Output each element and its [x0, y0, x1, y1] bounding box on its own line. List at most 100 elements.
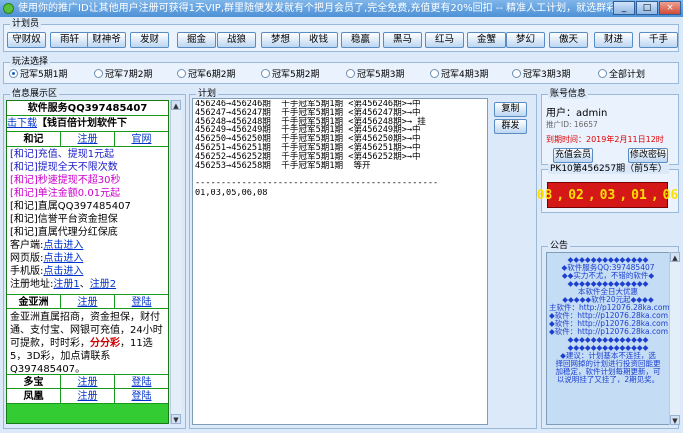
play-mode-radio[interactable]: 冠军3期3期 — [512, 69, 570, 81]
planner-button[interactable]: 发财 — [130, 32, 169, 48]
info-scrollbar[interactable]: ▲ ▼ — [170, 100, 181, 424]
notice-line: 以说明挂了又挂了，2期见奖。 — [556, 375, 660, 384]
lottery-numbers: 08, 02, 03, 01, 06 — [537, 182, 678, 208]
user-line: 用户：admin — [546, 104, 607, 119]
jyz-register-link[interactable]: 注册 — [61, 295, 115, 308]
play-mode-label: 冠军5期1期 — [20, 70, 68, 80]
heji-line: [和记]提现全天不限次数 — [10, 162, 118, 173]
username: admin — [576, 108, 608, 119]
minimize-button[interactable]: _ — [613, 1, 635, 15]
play-mode-radio[interactable]: 冠军5期1期 — [9, 69, 67, 81]
planner-button[interactable]: 财神爷 — [87, 32, 126, 48]
heji-line: [和记]信誉平台资金担保 — [10, 214, 118, 225]
play-mode-group-title: 玩法选择 — [10, 57, 51, 67]
play-mode-radio[interactable]: 冠军4期3期 — [430, 69, 488, 81]
radio-indicator-icon — [430, 69, 439, 78]
title-bar: 使用你的推广ID让其他用户注册可获得1天VIP,群里随便发发就有个把月会员了,完… — [0, 0, 683, 17]
play-mode-radio[interactable]: 冠军5期2期 — [261, 69, 319, 81]
software-banner: 【钱百倍计划软件下 — [37, 118, 127, 129]
planner-button[interactable]: 战狼 — [217, 32, 256, 48]
user-label: 用户： — [546, 108, 576, 119]
recharge-button[interactable]: 充值会员 — [553, 148, 593, 163]
lottery-number: 08 — [536, 187, 553, 203]
jyz-name: 金亚洲 — [7, 295, 61, 308]
fenghuang-register-link[interactable]: 注册 — [61, 389, 115, 403]
planner-button[interactable]: 收钱 — [299, 32, 338, 48]
client-label: 客户端: — [10, 240, 44, 251]
duobao-name: 多宝 — [7, 375, 61, 388]
change-password-button[interactable]: 修改密码 — [628, 148, 668, 163]
notice-title: 公告 — [548, 241, 571, 251]
group-send-button[interactable]: 群发 — [494, 119, 527, 134]
info-panel: 软件服务QQ397485407 击下载【钱百倍计划软件下 和记 注册 官网 [和… — [6, 100, 169, 424]
radio-indicator-icon — [94, 69, 103, 78]
heji-register-link[interactable]: 注册 — [61, 132, 115, 146]
play-mode-radio[interactable]: 冠军5期3期 — [346, 69, 404, 81]
planner-button[interactable]: 雨轩 — [50, 32, 89, 48]
web-enter-link[interactable]: 点击进入 — [43, 253, 83, 264]
heji-line: [和记]直属代理分红保底 — [10, 227, 118, 238]
radio-indicator-icon — [9, 69, 18, 78]
play-mode-label: 冠军3期3期 — [523, 70, 571, 80]
download-link[interactable]: 击下载 — [7, 118, 37, 129]
planner-button[interactable]: 守财奴 — [7, 32, 46, 48]
radio-indicator-icon — [177, 69, 186, 78]
promo-id: 推广ID: 16657 — [546, 120, 598, 129]
heji-line: [和记]秒速提现不超30秒 — [10, 175, 121, 186]
mobile-label: 手机版: — [10, 266, 44, 277]
notice-content: ◆◆◆◆◆◆◆◆◆◆◆◆◆◆ ◆软件服务QQ:397485407 ◆◆实力不尤，不错… — [546, 252, 670, 425]
scroll-up-icon[interactable]: ▲ — [171, 100, 181, 110]
planner-button[interactable]: 傲天 — [549, 32, 588, 48]
play-mode-radio[interactable]: 全部计划 — [598, 69, 645, 81]
scroll-down-icon[interactable]: ▼ — [171, 414, 181, 424]
play-mode-radio[interactable]: 冠军6期2期 — [177, 69, 235, 81]
heji-row: 和记 注册 官网 — [7, 132, 168, 147]
planner-button[interactable]: 千手 — [639, 32, 678, 48]
info-group-title: 信息展示区 — [10, 89, 60, 99]
heji-site-link[interactable]: 官网 — [115, 132, 168, 146]
planner-button[interactable]: 红马 — [425, 32, 464, 48]
plan-separator: ----------------------------------------… — [195, 179, 439, 188]
heji-line: [和记]单注金额0.01元起 — [10, 188, 121, 199]
copy-button[interactable]: 复制 — [494, 102, 527, 117]
heji-name: 和记 — [7, 132, 61, 146]
plan-lines: 456246→456246期 千手冠军5期1期 <第456246期>→中 4562… — [195, 100, 490, 170]
fenghuang-login-link[interactable]: 登陆 — [115, 389, 168, 403]
client-enter-link[interactable]: 点击进入 — [43, 240, 83, 251]
account-group-title: 账号信息 — [548, 89, 589, 99]
mobile-enter-link[interactable]: 点击进入 — [43, 266, 83, 277]
heji-line: [和记]充值、提现1元起 — [10, 149, 115, 160]
scroll-up-icon[interactable]: ▲ — [670, 252, 680, 262]
window-title: 使用你的推广ID让其他用户注册可获得1天VIP,群里随便发发就有个把月会员了,完… — [18, 3, 617, 14]
lottery-title: PK10第456257期（前5车） — [548, 164, 669, 174]
planner-button[interactable]: 稳赢 — [341, 32, 380, 48]
fenghuang-row: 凤凰 注册 登陆 — [7, 389, 168, 404]
fenghuang-name: 凤凰 — [7, 389, 61, 403]
radio-indicator-icon — [598, 69, 607, 78]
planner-button[interactable]: 梦幻 — [506, 32, 545, 48]
duobao-register-link[interactable]: 注册 — [61, 375, 115, 388]
close-button[interactable]: × — [659, 1, 681, 15]
client-links: 客户端:点击进入 网页版:点击进入 手机版:点击进入 注册地址:注册1、注册2 — [7, 239, 168, 291]
plan-numbers: 01,03,05,06,08 — [195, 189, 268, 198]
planner-button[interactable]: 黑马 — [383, 32, 422, 48]
register-2-link[interactable]: 注册2 — [90, 279, 116, 290]
maximize-button[interactable]: □ — [636, 1, 658, 15]
duobao-row: 多宝 注册 登陆 — [7, 374, 168, 389]
planner-button[interactable]: 金蟹 — [467, 32, 506, 48]
play-mode-label: 冠军5期2期 — [272, 70, 320, 80]
jyz-login-link[interactable]: 登陆 — [115, 295, 168, 308]
planner-button[interactable]: 财进 — [594, 32, 633, 48]
reg-address-label: 注册地址: — [10, 279, 54, 290]
duobao-login-link[interactable]: 登陆 — [115, 375, 168, 388]
scroll-down-icon[interactable]: ▼ — [670, 415, 680, 425]
planner-button[interactable]: 掘金 — [177, 32, 216, 48]
play-mode-radio[interactable]: 冠军7期2期 — [94, 69, 152, 81]
play-mode-label: 冠军5期3期 — [357, 70, 405, 80]
plan-line: 456253→456258期 千手冠军5期1期 等开 — [195, 160, 371, 171]
planner-button[interactable]: 梦想 — [261, 32, 300, 48]
lottery-number: 03 — [599, 187, 616, 203]
web-label: 网页版: — [10, 253, 44, 264]
register-1-link[interactable]: 注册1 — [53, 279, 79, 290]
notice-scrollbar[interactable]: ▲ ▼ — [669, 252, 680, 425]
